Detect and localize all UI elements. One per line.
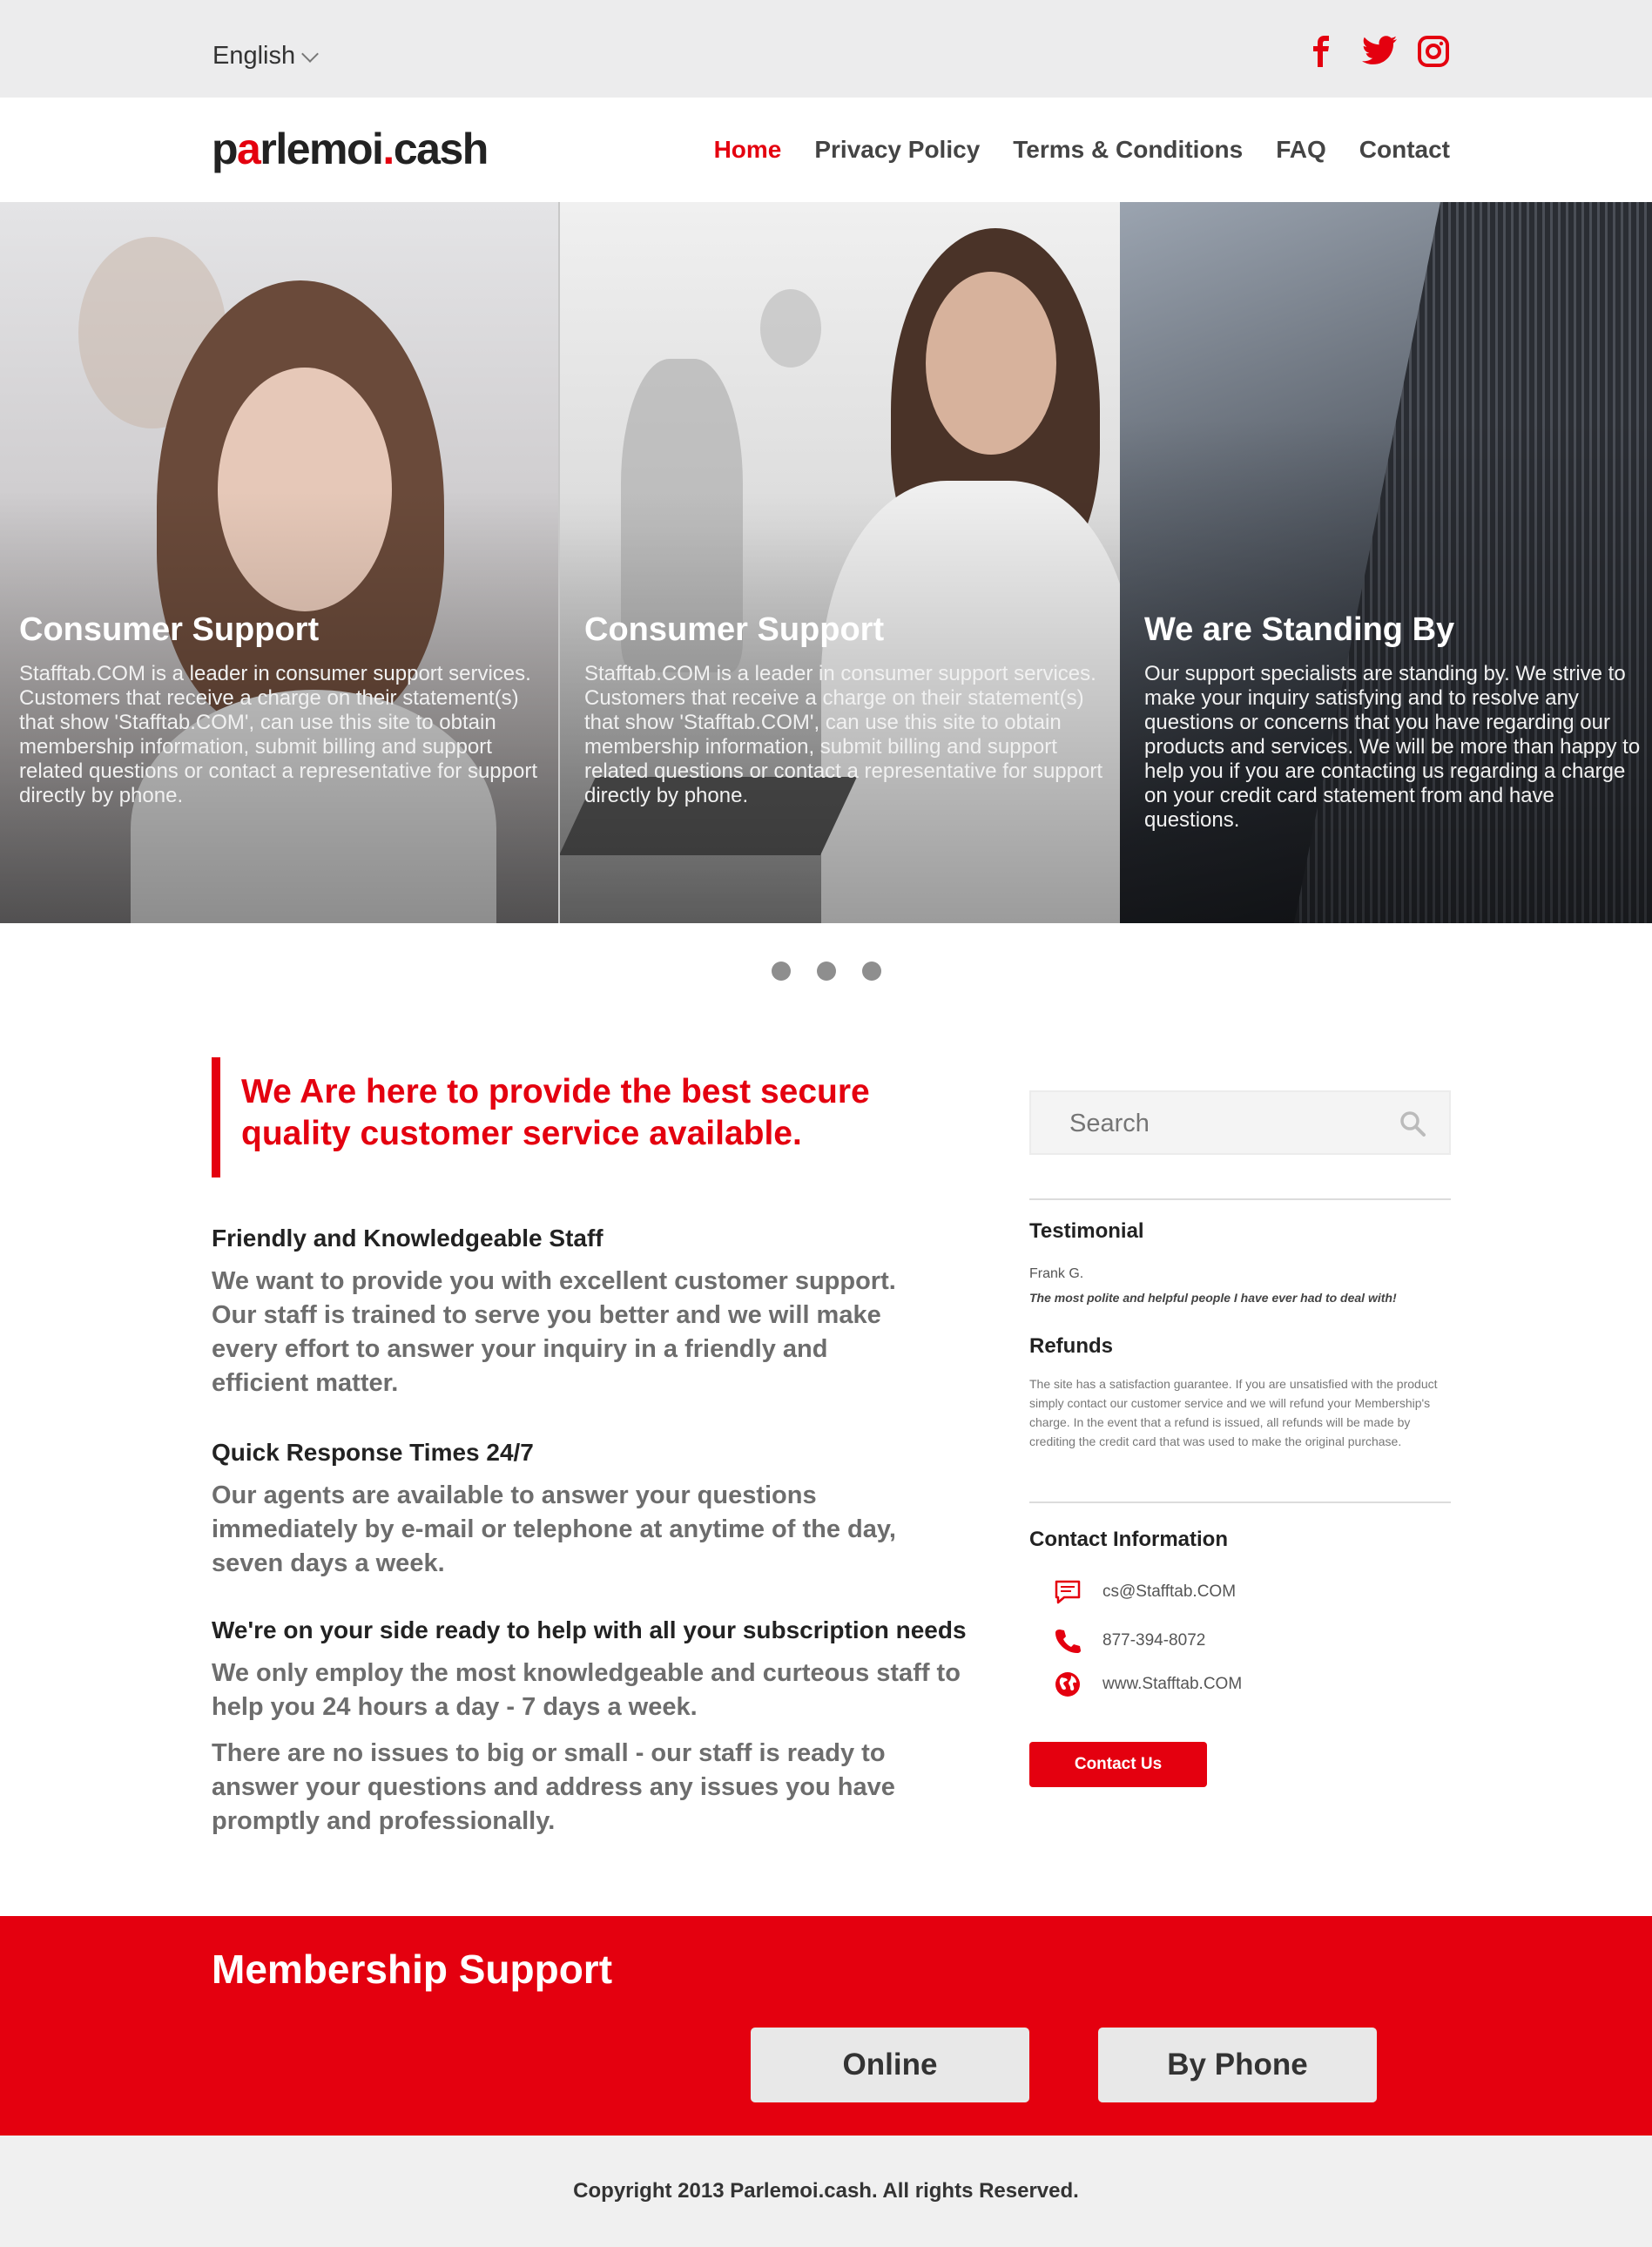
- globe-icon: [1054, 1670, 1082, 1698]
- chevron-down-icon: [301, 44, 320, 63]
- section-text: There are no issues to big or small - ou…: [212, 1739, 895, 1835]
- language-label: English: [212, 42, 296, 70]
- copyright-text: Copyright 2013 Parlemoi.cash. All rights…: [573, 2179, 1079, 2203]
- hero-panel-3: We are Standing By Our support specialis…: [1120, 202, 1652, 923]
- panel-overlay: [560, 202, 1120, 923]
- instagram-icon[interactable]: [1417, 35, 1450, 68]
- search-input[interactable]: [1069, 1106, 1383, 1141]
- search-icon[interactable]: [1399, 1110, 1426, 1137]
- carousel-dot[interactable]: [861, 962, 881, 981]
- hero-panel-text: Stafftab.COM is a leader in consumer sup…: [19, 662, 538, 807]
- section-response-times: Quick Response Times 24/7 Our agents are…: [212, 1439, 978, 1581]
- nav-terms-conditions[interactable]: Terms & Conditions: [1013, 136, 1243, 164]
- divider: [1029, 1198, 1451, 1200]
- testimonial-text: The most polite and helpful people I hav…: [1029, 1291, 1397, 1305]
- contact-website[interactable]: www.Stafftab.COM: [1102, 1675, 1242, 1694]
- section-heading: Friendly and Knowledgeable Staff: [212, 1225, 603, 1252]
- section-text: Our agents are available to answer your …: [212, 1481, 896, 1577]
- testimonial-heading: Testimonial: [1029, 1219, 1144, 1243]
- facebook-icon[interactable]: [1305, 35, 1338, 68]
- hero-panel-title: We are Standing By: [1144, 611, 1455, 648]
- membership-support-section: Membership Support Online By Phone: [0, 1916, 1652, 2136]
- nav-faq[interactable]: FAQ: [1276, 136, 1326, 164]
- contact-website-row[interactable]: www.Stafftab.COM: [1054, 1670, 1242, 1698]
- online-button[interactable]: Online: [751, 2028, 1029, 2102]
- chat-icon: [1054, 1578, 1082, 1606]
- contact-info-heading: Contact Information: [1029, 1528, 1228, 1551]
- section-heading: Quick Response Times 24/7: [212, 1439, 534, 1466]
- section-heading: We're on your side ready to help with al…: [212, 1616, 967, 1643]
- site-logo[interactable]: parlemoi.cash: [212, 124, 489, 174]
- hero-panel-2: Consumer Support Stafftab.COM is a leade…: [560, 202, 1120, 923]
- hero-panel-title: Consumer Support: [19, 611, 320, 648]
- site-header: parlemoi.cash Home Privacy Policy Terms …: [0, 98, 1652, 202]
- top-bar: English: [0, 0, 1652, 98]
- nav-contact[interactable]: Contact: [1359, 136, 1450, 164]
- main-nav: Home Privacy Policy Terms & Conditions F…: [714, 136, 1450, 164]
- logo-dot: .: [382, 125, 394, 173]
- testimonial-author: Frank G.: [1029, 1266, 1084, 1281]
- logo-text: rlemoi: [260, 125, 384, 173]
- social-links: [1305, 35, 1450, 68]
- contact-email[interactable]: cs@Stafftab.COM: [1102, 1582, 1236, 1602]
- logo-text: cash: [393, 125, 489, 173]
- phone-icon: [1054, 1627, 1082, 1655]
- hero-panel-text: Our support specialists are standing by.…: [1144, 662, 1641, 832]
- hero-slider: Consumer Support Stafftab.COM is a leade…: [0, 202, 1652, 923]
- carousel-dot[interactable]: [771, 962, 791, 981]
- section-text: We want to provide you with excellent cu…: [212, 1267, 896, 1397]
- membership-title: Membership Support: [212, 1947, 613, 1992]
- section-text: We only employ the most knowledgeable an…: [212, 1659, 961, 1721]
- carousel-dots: [0, 962, 1652, 981]
- language-selector[interactable]: English: [212, 42, 320, 71]
- contact-phone-row[interactable]: 877-394-8072: [1054, 1627, 1205, 1655]
- by-phone-button[interactable]: By Phone: [1098, 2028, 1377, 2102]
- logo-text: p: [212, 125, 239, 173]
- logo-heart: a: [237, 125, 261, 173]
- refunds-heading: Refunds: [1029, 1334, 1113, 1358]
- hero-panel-title: Consumer Support: [584, 611, 885, 648]
- section-subscription-help: We're on your side ready to help with al…: [212, 1616, 978, 1839]
- nav-home[interactable]: Home: [714, 136, 782, 164]
- search-box: [1029, 1090, 1451, 1155]
- carousel-dot[interactable]: [816, 962, 836, 981]
- nav-privacy-policy[interactable]: Privacy Policy: [814, 136, 980, 164]
- highlight-quote: We Are here to provide the best secure q…: [212, 1057, 969, 1177]
- twitter-icon[interactable]: [1361, 35, 1397, 68]
- refunds-text: The site has a satisfaction guarantee. I…: [1029, 1377, 1438, 1448]
- divider: [1029, 1501, 1451, 1503]
- panel-overlay: [0, 202, 558, 923]
- hero-panel-text: Stafftab.COM is a leader in consumer sup…: [584, 662, 1103, 807]
- highlight-quote-text: We Are here to provide the best secure q…: [241, 1073, 870, 1152]
- contact-us-button[interactable]: Contact Us: [1029, 1742, 1207, 1787]
- contact-phone[interactable]: 877-394-8072: [1102, 1631, 1205, 1650]
- section-friendly-staff: Friendly and Knowledgeable Staff We want…: [212, 1225, 978, 1400]
- site-footer: Copyright 2013 Parlemoi.cash. All rights…: [0, 2136, 1652, 2247]
- contact-email-row[interactable]: cs@Stafftab.COM: [1054, 1578, 1236, 1606]
- hero-panel-1: Consumer Support Stafftab.COM is a leade…: [0, 202, 560, 923]
